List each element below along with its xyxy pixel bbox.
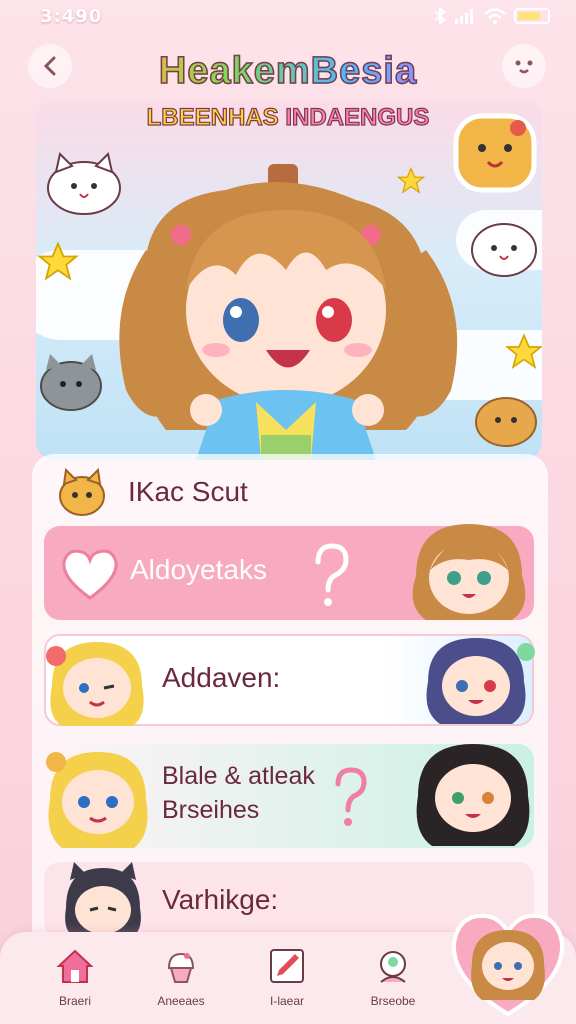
dark-hair-cat-girl-avatar <box>65 862 141 938</box>
blonde-girl-avatar <box>46 642 144 726</box>
white-cat-mascot <box>47 152 121 215</box>
section-header-label: IKac Scut <box>128 476 248 507</box>
nav-item-3[interactable]: I-laear <box>242 946 332 1008</box>
question-mark-icon <box>315 543 349 606</box>
star-icon <box>504 333 542 369</box>
app-logo-subtitle-b: INDAENGUS <box>285 103 430 131</box>
signal-icon <box>455 9 473 24</box>
gray-cat-mascot <box>40 354 102 411</box>
blonde-boy-avatar <box>46 752 148 848</box>
nav-label-4: Brseobe <box>370 994 416 1008</box>
star-icon <box>37 241 79 281</box>
wifi-icon <box>484 8 506 24</box>
app-logo-subtitle: LBEENHAS INDAENGUS <box>0 103 576 132</box>
tiger-cat-icon <box>59 468 105 516</box>
card-3-label-line1: Blale & atleak <box>162 762 315 790</box>
card-3-label-line2: Brseihes <box>162 796 260 824</box>
menu-card-1[interactable]: Aldoyetaks <box>44 524 534 620</box>
floating-girl-avatar[interactable] <box>446 904 570 1020</box>
home-icon <box>56 949 94 983</box>
black-hair-girl-avatar <box>416 744 530 846</box>
nav-label-3: I-laear <box>269 994 304 1008</box>
menu-card-2[interactable]: Addaven: <box>44 634 535 726</box>
card-2-label: Addaven: <box>162 662 281 693</box>
nav-item-4[interactable]: Brseobe <box>348 946 438 1008</box>
nav-item-2[interactable]: Aneeaes <box>136 946 226 1008</box>
battery-icon <box>514 8 550 24</box>
nav-label-home: Braeri <box>58 994 91 1008</box>
status-bar: 3:490 <box>0 0 576 34</box>
edit-icon <box>270 949 304 983</box>
app-logo-title: HeakemBesia <box>0 49 576 93</box>
card-1-label: Aldoyetaks <box>130 554 267 585</box>
app-screen: 3:490 HeakemBesia LBEENHAS INDAENGUS IKa… <box>0 0 576 1024</box>
question-mark-icon <box>335 767 367 826</box>
heart-icon <box>62 549 118 600</box>
app-logo-subtitle-a: LBEENHAS <box>146 103 279 131</box>
menu-card-section-header[interactable]: IKac Scut <box>44 466 534 522</box>
white-bunny-mascot <box>471 223 537 277</box>
status-time: 3:490 <box>40 6 103 27</box>
nav-item-home[interactable]: Braeri <box>30 946 120 1008</box>
brown-hair-girl-avatar <box>412 524 526 620</box>
card-4-label: Varhikge: <box>162 884 279 915</box>
menu-card-3[interactable]: Blale & atleak Brseihes <box>44 744 534 848</box>
status-icons <box>434 8 550 24</box>
orange-blob-mascot <box>475 397 537 447</box>
nav-label-2: Aneeaes <box>157 994 205 1008</box>
cupcake-icon <box>167 952 195 983</box>
star-icon <box>396 166 426 194</box>
bluetooth-icon <box>435 8 446 24</box>
navy-hair-girl-avatar <box>426 638 535 724</box>
profile-badge-icon <box>380 951 406 983</box>
